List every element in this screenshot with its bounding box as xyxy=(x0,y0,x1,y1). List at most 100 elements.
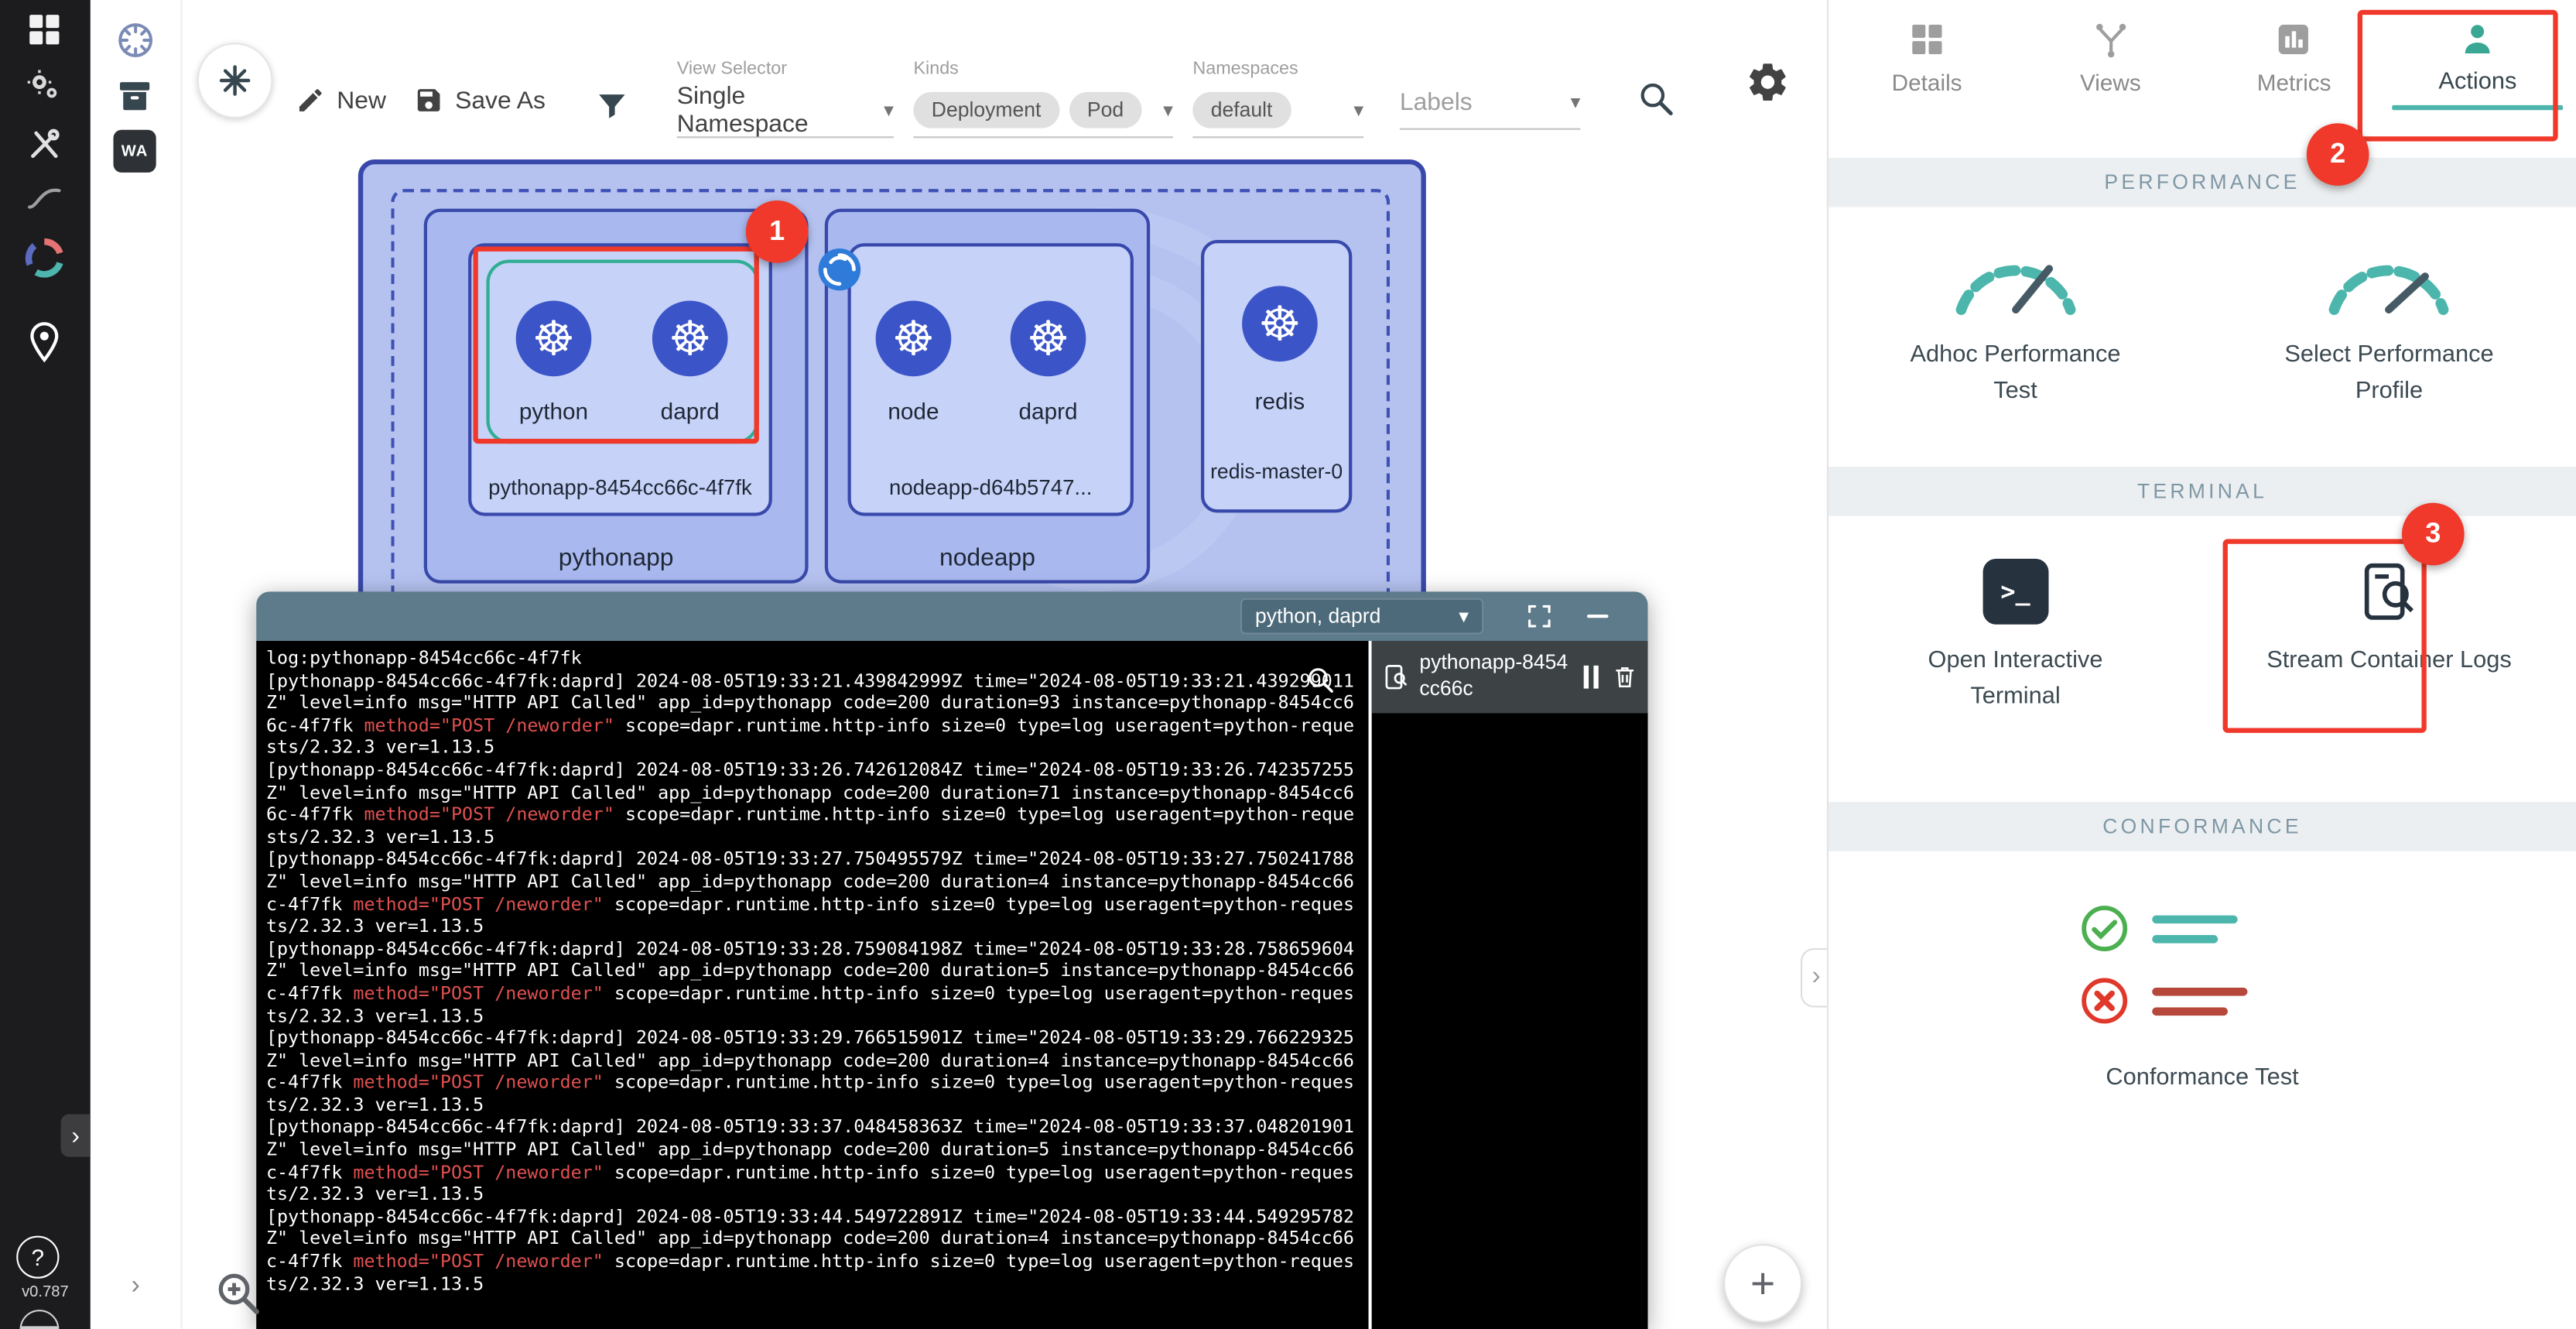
log-stream-item-label: pythonapp-8454cc66c xyxy=(1419,652,1575,703)
dapr-logo-icon xyxy=(816,246,862,292)
deployment-nodeapp[interactable]: node daprd nodeapp-d64b5747... nodeapp xyxy=(825,209,1150,584)
tab-details[interactable]: Details xyxy=(1835,0,2019,148)
deployment-name-label: nodeapp xyxy=(828,544,1147,572)
log-stream-item[interactable]: pythonapp-8454cc66c xyxy=(1372,641,1648,713)
nav-rail: v0.787 xyxy=(0,0,91,1329)
log-search-icon[interactable] xyxy=(1305,664,1337,697)
annotation-badge-step3: 3 xyxy=(2402,503,2465,566)
conformance-fail-row xyxy=(2079,976,2325,1026)
add-button[interactable] xyxy=(1723,1244,1802,1323)
tab-label: Details xyxy=(1892,69,1962,95)
action-adhoc-performance-test[interactable]: Adhoc Performance Test xyxy=(1829,207,2202,467)
view-selector-value: Single Namespace xyxy=(677,82,874,138)
log-document-icon xyxy=(1382,663,1411,692)
container-redis[interactable] xyxy=(1242,286,1318,361)
tab-label: Metrics xyxy=(2257,69,2331,95)
namespace-chip-default[interactable]: default xyxy=(1192,92,1290,128)
route-curve-icon[interactable] xyxy=(25,177,64,217)
container-node[interactable] xyxy=(876,301,952,377)
chevron-down-icon xyxy=(1459,605,1469,628)
tools-icon[interactable] xyxy=(25,125,64,164)
help-icon[interactable] xyxy=(16,1236,59,1279)
action-select-performance-profile[interactable]: Select Performance Profile xyxy=(2202,207,2576,467)
color-wheel-icon[interactable] xyxy=(25,238,64,278)
pause-icon[interactable] xyxy=(1584,666,1603,689)
x-circle-icon xyxy=(2079,976,2129,1026)
fail-result-lines xyxy=(2151,987,2246,1015)
pod-name-label: redis-master-0 xyxy=(1204,460,1349,483)
section-header-performance: PERFORMANCE xyxy=(1829,158,2576,207)
layout-mode-button[interactable] xyxy=(197,43,273,118)
kind-chip-pod[interactable]: Pod xyxy=(1069,92,1142,128)
container-daprd[interactable] xyxy=(1011,301,1086,377)
terminal-log[interactable]: log:pythonapp-8454cc66c-4f7fk [pythonapp… xyxy=(256,641,1368,1329)
module-rail-expand[interactable] xyxy=(91,1272,181,1301)
namespaces-filter: Namespaces default xyxy=(1192,59,1363,138)
tab-label: Views xyxy=(2080,69,2141,95)
pod-nodeapp[interactable]: node daprd nodeapp-d64b5747... xyxy=(848,243,1134,516)
annotation-badge-step1: 1 xyxy=(746,200,809,263)
spinner-logo-icon[interactable] xyxy=(115,19,156,60)
chevron-down-icon xyxy=(1353,98,1363,122)
new-button[interactable]: New xyxy=(296,85,386,115)
conformance-pass-row xyxy=(2079,904,2325,954)
panel-collapse-handle[interactable] xyxy=(1801,948,1830,1007)
namespaces-select[interactable]: default xyxy=(1192,91,1363,139)
trash-icon[interactable] xyxy=(1612,664,1638,690)
annotation-number: 3 xyxy=(2425,518,2441,550)
terminal-sidebar: pythonapp-8454cc66c xyxy=(1372,641,1648,1329)
nav-expand-handle[interactable] xyxy=(61,1114,91,1156)
view-selector-select[interactable]: Single Namespace xyxy=(677,91,894,139)
wa-badge-label: WA xyxy=(121,142,149,160)
bar-chart-icon xyxy=(2274,19,2314,59)
pencil-icon xyxy=(296,85,325,115)
gauge-icon xyxy=(2320,240,2458,319)
container-selector-dropdown[interactable]: python, daprd xyxy=(1240,598,1483,635)
terminal-items: Open Interactive Terminal Stream Contain… xyxy=(1829,516,2576,802)
check-circle-icon xyxy=(2079,904,2129,954)
pod-name-label: pythonapp-8454cc66c-4f7fk xyxy=(471,475,768,500)
location-pin-icon[interactable] xyxy=(25,319,64,365)
search-icon[interactable] xyxy=(1637,79,1676,118)
labels-select[interactable]: Labels xyxy=(1400,82,1581,130)
save-icon xyxy=(414,85,443,115)
log-title-line: log:pythonapp-8454cc66c-4f7fk xyxy=(266,648,1359,670)
action-label: Select Performance Profile xyxy=(2266,338,2512,409)
app-window: v0.787 WA New Save As xyxy=(0,0,2576,1329)
labels-placeholder: Labels xyxy=(1400,88,1473,116)
action-label: Conformance Test xyxy=(2106,1065,2298,1091)
branch-icon xyxy=(2091,19,2130,59)
log-terminal-window: python, daprd log:pythonapp-8454cc66c-4f… xyxy=(256,591,1647,1329)
kinds-label: Kinds xyxy=(913,59,1172,78)
labels-filter: Labels xyxy=(1400,82,1581,130)
minimize-icon[interactable] xyxy=(1587,615,1609,618)
container-label: redis xyxy=(1223,388,1338,414)
kind-chip-deployment[interactable]: Deployment xyxy=(913,92,1059,128)
view-selector-label: View Selector xyxy=(677,59,894,78)
namespaces-label: Namespaces xyxy=(1192,59,1363,78)
archive-box-icon[interactable] xyxy=(115,76,156,117)
container-label: node xyxy=(856,398,971,424)
apps-grid-icon[interactable] xyxy=(25,10,64,50)
container-selector-value: python, daprd xyxy=(1255,605,1380,628)
zoom-icon[interactable] xyxy=(214,1269,263,1318)
gear-icon[interactable] xyxy=(1745,59,1791,104)
filter-funnel-icon[interactable] xyxy=(595,89,630,124)
gears-icon[interactable] xyxy=(25,66,64,105)
annotation-number: 2 xyxy=(2330,138,2345,170)
action-open-interactive-terminal[interactable]: Open Interactive Terminal xyxy=(1829,516,2202,802)
pod-redis[interactable]: redis redis-master-0 xyxy=(1201,240,1352,512)
wa-badge[interactable]: WA xyxy=(113,130,156,173)
kinds-select[interactable]: Deployment Pod xyxy=(913,91,1172,139)
view-selector: View Selector Single Namespace xyxy=(677,59,894,138)
action-conformance-test[interactable]: Conformance Test xyxy=(1829,904,2576,1091)
terminal-header[interactable]: python, daprd xyxy=(256,591,1647,641)
asterisk-icon xyxy=(217,63,253,99)
globe-icon[interactable] xyxy=(19,1310,59,1329)
save-as-button[interactable]: Save As xyxy=(414,85,546,115)
terminal-body: log:pythonapp-8454cc66c-4f7fk [pythonapp… xyxy=(256,641,1647,1329)
fullscreen-icon[interactable] xyxy=(1526,603,1552,629)
annotation-number: 1 xyxy=(769,215,785,248)
tab-views[interactable]: Views xyxy=(2019,0,2202,148)
annotation-rect-step3 xyxy=(2223,539,2427,733)
